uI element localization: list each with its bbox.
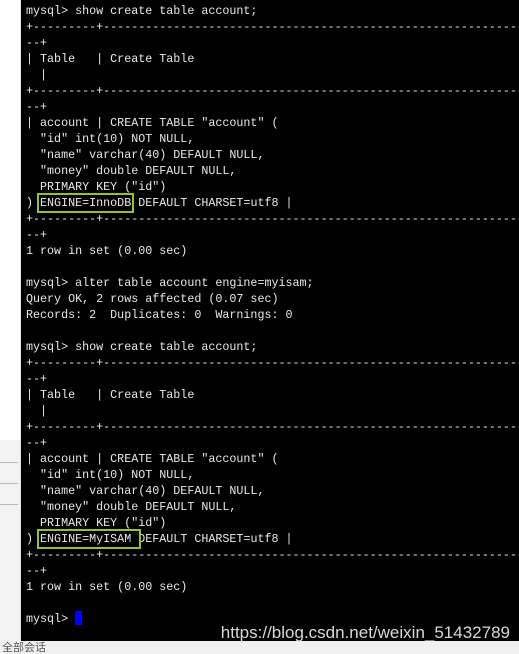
terminal-line: mysql> alter table account engine=myisam…: [26, 276, 314, 290]
line-segment: ): [26, 196, 41, 210]
terminal-line: | account | CREATE TABLE "account" (: [26, 452, 279, 466]
terminal-line: +---------+-----------------------------…: [26, 548, 519, 562]
terminal-line: | Table | Create Table: [26, 52, 195, 66]
terminal-line: +---------+-----------------------------…: [26, 420, 519, 434]
terminal-output: mysql> show create table account; +------…: [26, 3, 519, 627]
terminal-line: +---------+-----------------------------…: [26, 212, 519, 226]
terminal-line: ) ENGINE=InnoDB DEFAULT CHARSET=utf8 |: [26, 193, 519, 213]
terminal-line: PRIMARY KEY ("id"): [26, 180, 167, 194]
terminal-line: | account | CREATE TABLE "account" (: [26, 116, 279, 130]
line-segment: DEFAULT CHARSET=utf8 |: [131, 196, 293, 210]
side-panel: [0, 0, 21, 640]
terminal-line: --+: [26, 36, 48, 50]
engine-highlight: ENGINE=InnoDB: [37, 193, 135, 213]
terminal-window[interactable]: mysql> show create table account; +------…: [21, 0, 519, 641]
terminal-line: +---------+-----------------------------…: [26, 356, 519, 370]
terminal-line: --+: [26, 564, 48, 578]
terminal-line: mysql> show create table account;: [26, 340, 258, 354]
terminal-line: 1 row in set (0.00 sec): [26, 580, 188, 594]
terminal-line: "money" double DEFAULT NULL,: [26, 500, 237, 514]
terminal-line: "money" double DEFAULT NULL,: [26, 164, 237, 178]
divider: [0, 483, 18, 484]
divider: [0, 462, 18, 463]
terminal-line: --+: [26, 228, 48, 242]
divider: [0, 504, 18, 505]
all-sessions-label[interactable]: 全部会话: [2, 641, 46, 654]
line-segment: DEFAULT CHARSET=utf8 |: [138, 532, 293, 546]
terminal-line: --+: [26, 100, 48, 114]
terminal-line: +---------+-----------------------------…: [26, 20, 519, 34]
terminal-line: Records: 2 Duplicates: 0 Warnings: 0: [26, 308, 293, 322]
terminal-line: | Table | Create Table: [26, 388, 195, 402]
terminal-line: ) ENGINE=MyISAM DEFAULT CHARSET=utf8 |: [26, 529, 519, 549]
cursor[interactable]: [75, 611, 83, 625]
terminal-line: "id" int(10) NOT NULL,: [26, 468, 195, 482]
terminal-line: "name" varchar(40) DEFAULT NULL,: [26, 148, 265, 162]
terminal-line: --+: [26, 436, 48, 450]
prompt: mysql>: [26, 612, 76, 626]
terminal-line: 1 row in set (0.00 sec): [26, 244, 188, 258]
terminal-line: Query OK, 2 rows affected (0.07 sec): [26, 292, 279, 306]
side-panel-list: [0, 440, 20, 640]
terminal-line: PRIMARY KEY ("id"): [26, 516, 167, 530]
terminal-line: "id" int(10) NOT NULL,: [26, 132, 195, 146]
terminal-line: +---------+-----------------------------…: [26, 84, 519, 98]
terminal-line: |: [26, 68, 48, 82]
engine-highlight: ENGINE=MyISAM: [37, 529, 142, 549]
terminal-line: |: [26, 404, 48, 418]
terminal-line: --+: [26, 372, 48, 386]
watermark: https://blog.csdn.net/weixin_51432789: [220, 623, 510, 641]
line-segment: ): [26, 532, 41, 546]
bottom-bar: 全部会话: [0, 641, 519, 654]
terminal-line: "name" varchar(40) DEFAULT NULL,: [26, 484, 265, 498]
terminal-line: mysql> show create table account;: [26, 4, 258, 18]
